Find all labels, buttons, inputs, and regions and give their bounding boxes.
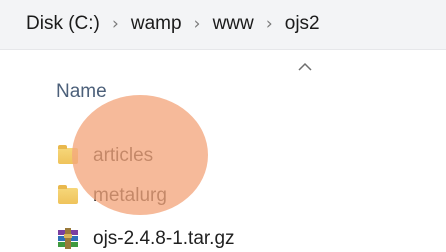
breadcrumb-item-www[interactable]: www [211, 11, 256, 37]
address-bar[interactable]: Disk (C:) › wamp › www › ojs2 [0, 0, 446, 50]
breadcrumb: Disk (C:) › wamp › www › ojs2 [24, 9, 322, 39]
file-name: metalurg [93, 185, 167, 206]
breadcrumb-item-wamp[interactable]: wamp [129, 11, 184, 37]
breadcrumb-item-disk-c[interactable]: Disk (C:) [24, 11, 102, 37]
chevron-right-icon[interactable]: › [256, 14, 283, 34]
folder-icon [57, 185, 79, 207]
list-item-articles[interactable]: articles [57, 139, 153, 173]
file-explorer-window: Disk (C:) › wamp › www › ojs2 Name artic… [0, 0, 446, 252]
chevron-right-icon[interactable]: › [102, 14, 129, 34]
list-item-ojs-archive[interactable]: ojs-2.4.8-1.tar.gz [57, 222, 235, 252]
folder-icon [57, 145, 79, 167]
chevron-up-icon [298, 62, 312, 71]
column-header-name[interactable]: Name [56, 81, 107, 103]
list-item-metalurg[interactable]: metalurg [57, 179, 167, 213]
file-name: ojs-2.4.8-1.tar.gz [93, 228, 235, 249]
breadcrumb-item-ojs2[interactable]: ojs2 [283, 11, 322, 37]
winrar-archive-icon [57, 228, 79, 250]
chevron-right-icon[interactable]: › [184, 14, 211, 34]
file-name: articles [93, 145, 154, 166]
